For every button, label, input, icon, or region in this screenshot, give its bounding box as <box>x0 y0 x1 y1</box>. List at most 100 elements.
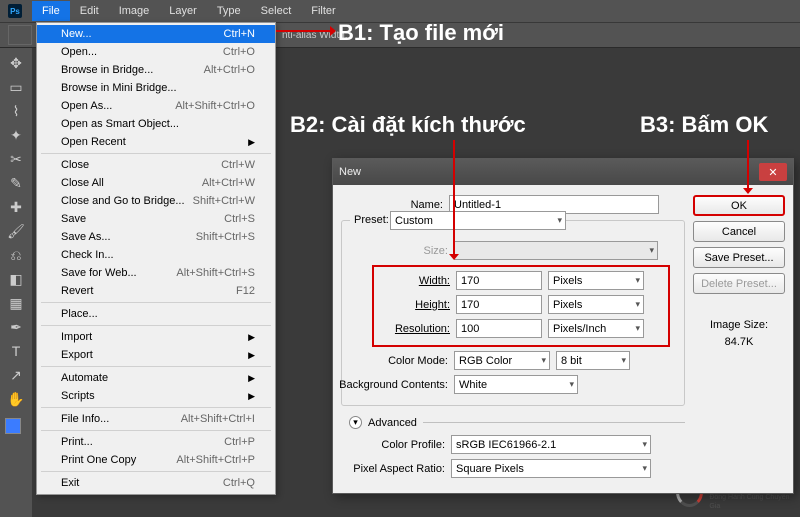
close-icon[interactable]: ✕ <box>759 163 787 181</box>
menu-image[interactable]: Image <box>109 1 160 21</box>
height-unit-select[interactable]: Pixels <box>548 295 644 314</box>
menu-separator <box>41 471 271 472</box>
menu-item-label: Print One Copy <box>61 454 136 466</box>
colordepth-select[interactable]: 8 bit <box>556 351 630 370</box>
file-menu-item-new[interactable]: New... Ctrl+N <box>37 25 275 43</box>
preset-select[interactable]: Custom <box>390 211 566 230</box>
cancel-button[interactable]: Cancel <box>693 221 785 242</box>
foreground-color[interactable] <box>5 418 27 440</box>
file-menu-item-open[interactable]: Open...Ctrl+O <box>37 43 275 61</box>
menu-separator <box>41 407 271 408</box>
path-tool-icon[interactable]: ↗ <box>4 364 28 386</box>
menu-item-label: Browse in Bridge... <box>61 64 153 76</box>
file-menu-item-save[interactable]: SaveCtrl+S <box>37 210 275 228</box>
colormode-select[interactable]: RGB Color <box>454 351 550 370</box>
eyedropper-tool-icon[interactable]: ✎ <box>4 172 28 194</box>
file-menu-item-export[interactable]: Export ▶ <box>37 346 275 364</box>
menu-item-shortcut: Shift+Ctrl+W <box>193 195 255 207</box>
width-unit-select[interactable]: Pixels <box>548 271 644 290</box>
profile-select[interactable]: sRGB IEC61966-2.1 <box>451 435 651 454</box>
file-dropdown-menu: New...Ctrl+NOpen...Ctrl+OBrowse in Bridg… <box>36 22 276 495</box>
menu-item-label: New... <box>61 28 92 40</box>
menu-item-shortcut: Ctrl+N <box>224 28 255 40</box>
move-tool-icon[interactable]: ✥ <box>4 52 28 74</box>
menu-item-label: Close All <box>61 177 104 189</box>
bg-select[interactable]: White <box>454 375 578 394</box>
eraser-tool-icon[interactable]: ◧ <box>4 268 28 290</box>
arrow-b2 <box>448 140 460 260</box>
menu-edit[interactable]: Edit <box>70 1 109 21</box>
resolution-unit-select[interactable]: Pixels/Inch <box>548 319 644 338</box>
file-menu-item-browse-in-bridge[interactable]: Browse in Bridge...Alt+Ctrl+O <box>37 61 275 79</box>
menu-item-label: Import <box>61 331 92 343</box>
menu-item-shortcut: F12 <box>236 285 255 297</box>
chevron-right-icon: ▶ <box>248 350 255 361</box>
aspect-select[interactable]: Square Pixels <box>451 459 651 478</box>
size-label: Size: <box>378 245 448 257</box>
file-menu-item-automate[interactable]: Automate▶ <box>37 369 275 387</box>
file-menu-item-check-in[interactable]: Check In... <box>37 246 275 264</box>
dialog-title: New <box>339 166 361 178</box>
menu-separator <box>41 325 271 326</box>
file-menu-item-exit[interactable]: ExitCtrl+Q <box>37 474 275 492</box>
advanced-toggle-icon[interactable]: ▾ <box>349 416 362 429</box>
file-menu-item-print[interactable]: Print...Ctrl+P <box>37 433 275 451</box>
file-menu-item-save-as[interactable]: Save As... Shift+Ctrl+S <box>37 228 275 246</box>
wand-tool-icon[interactable]: ✦ <box>4 124 28 146</box>
brush-tool-icon[interactable]: 🖌 <box>4 220 28 242</box>
menu-item-label: Save <box>61 213 86 225</box>
ok-button[interactable]: OK <box>693 195 785 216</box>
menu-layer[interactable]: Layer <box>159 1 207 21</box>
file-menu-item-close-and-go-to-bridge[interactable]: Close and Go to Bridge...Shift+Ctrl+W <box>37 192 275 210</box>
menu-item-label: Browse in Mini Bridge... <box>61 82 177 94</box>
menu-type[interactable]: Type <box>207 1 251 21</box>
file-menu-item-open-recent[interactable]: Open Recent▶ <box>37 133 275 151</box>
height-input[interactable] <box>456 295 542 314</box>
file-menu-item-open-as[interactable]: Open As...Alt+Shift+Ctrl+O <box>37 97 275 115</box>
menu-item-label: Check In... <box>61 249 114 261</box>
preset-label: Preset: <box>350 214 393 226</box>
type-tool-icon[interactable]: T <box>4 340 28 362</box>
gradient-tool-icon[interactable]: ▦ <box>4 292 28 314</box>
menu-item-label: Save As... <box>61 231 111 243</box>
menu-item-shortcut: Shift+Ctrl+S <box>196 231 255 243</box>
menu-select[interactable]: Select <box>251 1 302 21</box>
file-menu-item-open-as-smart-object[interactable]: Open as Smart Object... <box>37 115 275 133</box>
menu-file[interactable]: File <box>32 1 70 21</box>
annotation-b2: B2: Cài đặt kích thước <box>290 112 526 138</box>
width-label: Width: <box>380 275 450 287</box>
dialog-titlebar[interactable]: New ✕ <box>333 159 793 185</box>
stamp-tool-icon[interactable]: ⎌ <box>4 244 28 266</box>
resolution-input[interactable] <box>456 319 542 338</box>
menu-separator <box>41 302 271 303</box>
menu-separator <box>41 430 271 431</box>
new-document-dialog: New ✕ Name: Preset: Custom Size: Width: <box>332 158 794 494</box>
marquee-tool-icon[interactable]: ▭ <box>4 76 28 98</box>
size-select <box>454 241 658 260</box>
healing-tool-icon[interactable]: ✚ <box>4 196 28 218</box>
hand-tool-icon[interactable]: ✋ <box>4 388 28 410</box>
file-menu-item-scripts[interactable]: Scripts▶ <box>37 387 275 405</box>
width-input[interactable] <box>456 271 542 290</box>
annotation-b3: B3: Bấm OK <box>640 112 768 138</box>
menu-item-label: Place... <box>61 308 98 320</box>
lasso-tool-icon[interactable]: ⌇ <box>4 100 28 122</box>
file-menu-item-file-info[interactable]: File Info...Alt+Shift+Ctrl+I <box>37 410 275 428</box>
file-menu-item-save-for-web[interactable]: Save for Web...Alt+Shift+Ctrl+S <box>37 264 275 282</box>
file-menu-item-close-all[interactable]: Close AllAlt+Ctrl+W <box>37 174 275 192</box>
file-menu-item-print-one-copy[interactable]: Print One Copy Alt+Shift+Ctrl+P <box>37 451 275 469</box>
aspect-label: Pixel Aspect Ratio: <box>345 463 445 475</box>
file-menu-item-place[interactable]: Place... <box>37 305 275 323</box>
menu-item-label: Export <box>61 349 93 361</box>
file-menu-item-close[interactable]: CloseCtrl+W <box>37 156 275 174</box>
menu-item-shortcut: Alt+Shift+Ctrl+P <box>176 454 255 466</box>
tool-preset-icon[interactable] <box>8 25 32 45</box>
file-menu-item-revert[interactable]: RevertF12 <box>37 282 275 300</box>
file-menu-item-import[interactable]: Import▶ <box>37 328 275 346</box>
file-menu-item-browse-in-mini-bridge[interactable]: Browse in Mini Bridge... <box>37 79 275 97</box>
photoshop-icon: Ps <box>8 4 22 18</box>
pen-tool-icon[interactable]: ✒ <box>4 316 28 338</box>
crop-tool-icon[interactable]: ✂ <box>4 148 28 170</box>
menu-filter[interactable]: Filter <box>301 1 345 21</box>
save-preset-button[interactable]: Save Preset... <box>693 247 785 268</box>
